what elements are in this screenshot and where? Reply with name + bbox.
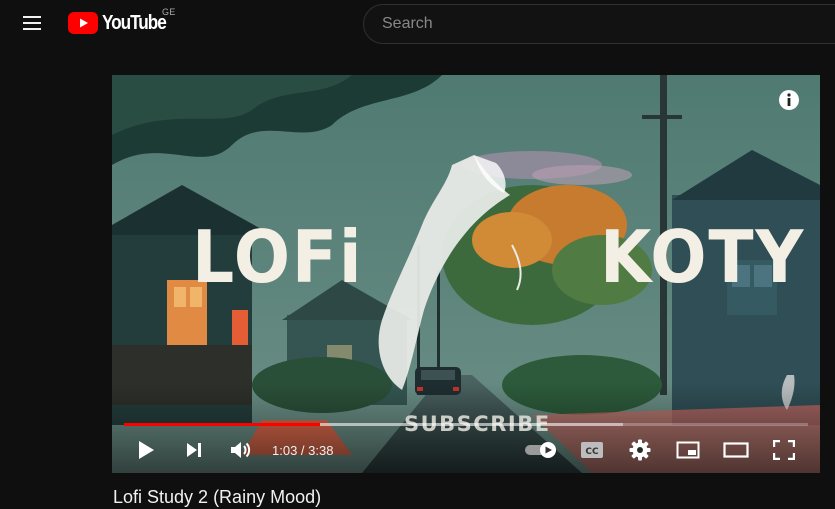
hamburger-menu-icon bbox=[23, 16, 41, 30]
time-duration: 3:38 bbox=[308, 443, 334, 458]
guide-menu-button[interactable] bbox=[14, 5, 50, 41]
video-player[interactable]: LOFi KOTY SUBSCRIBE 1:03 / 3:38 CC bbox=[112, 75, 820, 473]
time-separator: / bbox=[297, 443, 309, 458]
theater-mode-icon bbox=[723, 442, 749, 458]
thumbnail-text-right: KOTY bbox=[600, 215, 806, 299]
captions-button[interactable]: CC bbox=[574, 432, 610, 468]
skip-next-icon bbox=[187, 443, 201, 457]
miniplayer-button[interactable] bbox=[670, 432, 706, 468]
svg-text:CC: CC bbox=[585, 447, 599, 457]
search-box[interactable] bbox=[363, 4, 835, 44]
info-icon bbox=[779, 90, 799, 110]
info-card-button[interactable] bbox=[778, 89, 800, 111]
next-button[interactable] bbox=[176, 432, 212, 468]
fullscreen-button[interactable] bbox=[766, 432, 802, 468]
thumbnail-text-left: LOFi bbox=[192, 215, 364, 299]
country-code: GE bbox=[162, 7, 176, 17]
progress-played bbox=[124, 423, 321, 426]
youtube-logo[interactable]: YouTube bbox=[68, 11, 176, 35]
youtube-play-icon bbox=[68, 12, 98, 34]
video-title: Lofi Study 2 (Rainy Mood) bbox=[113, 487, 322, 507]
player-controls: 1:03 / 3:38 CC bbox=[112, 430, 820, 470]
masthead: YouTube GE bbox=[0, 0, 835, 50]
time-display: 1:03 / 3:38 bbox=[272, 443, 333, 458]
gear-icon bbox=[629, 439, 651, 461]
time-current: 1:03 bbox=[272, 443, 298, 458]
autoplay-toggle[interactable] bbox=[521, 432, 561, 468]
theater-mode-button[interactable] bbox=[718, 432, 754, 468]
closed-captions-icon: CC bbox=[581, 442, 603, 458]
mute-button[interactable] bbox=[223, 432, 259, 468]
search-input[interactable] bbox=[380, 5, 835, 43]
play-icon bbox=[139, 441, 154, 459]
fullscreen-icon bbox=[773, 440, 795, 460]
miniplayer-icon bbox=[676, 441, 700, 459]
play-button[interactable] bbox=[128, 432, 164, 468]
settings-button[interactable] bbox=[622, 432, 658, 468]
volume-icon bbox=[231, 442, 251, 458]
autoplay-toggle-icon bbox=[525, 442, 556, 458]
youtube-wordmark: YouTube bbox=[102, 11, 167, 34]
progress-bar[interactable] bbox=[124, 423, 808, 426]
